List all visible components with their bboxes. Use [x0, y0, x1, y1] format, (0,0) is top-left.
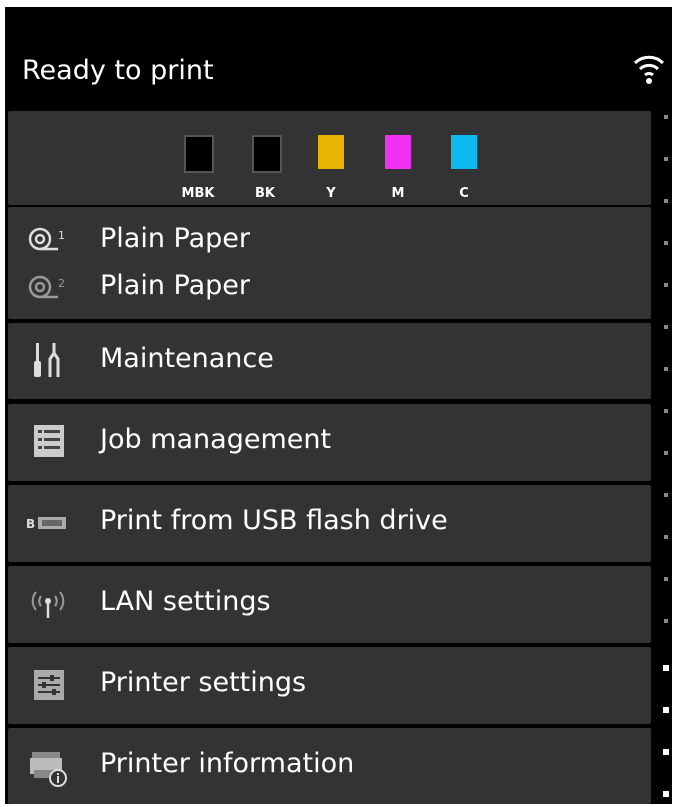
- job-list-icon: [34, 425, 64, 457]
- print-from-usb-label: Print from USB flash drive: [100, 505, 448, 536]
- svg-text:2: 2: [58, 277, 65, 290]
- scroll-dot: [664, 283, 668, 287]
- printer-information-label: Printer information: [100, 748, 355, 779]
- print-from-usb-button[interactable]: B Print from USB flash drive: [8, 485, 651, 562]
- job-management-label: Job management: [100, 424, 332, 455]
- ink-label-m: M: [391, 186, 405, 201]
- maintenance-label: Maintenance: [100, 343, 274, 374]
- scroll-dot: [664, 619, 668, 623]
- printer-information-button[interactable]: Printer information: [8, 728, 651, 804]
- roll-2-icon: 2: [28, 275, 65, 299]
- status-bar: Ready to print: [5, 7, 672, 109]
- svg-text:B: B: [26, 517, 35, 531]
- roll-2-paper-label: Plain Paper: [100, 270, 250, 301]
- scroll-dot: [664, 577, 668, 581]
- wifi-icon[interactable]: [633, 51, 665, 87]
- lan-settings-label: LAN settings: [100, 586, 271, 617]
- ink-label-y: Y: [326, 186, 336, 201]
- scroll-dot: [664, 199, 668, 203]
- scroll-dot: [664, 325, 668, 329]
- printer-screen: Ready to print MBK BK Y M C 1 Plain Pape…: [5, 7, 672, 804]
- ink-label-bk: BK: [255, 186, 275, 201]
- ink-level-panel[interactable]: MBK BK Y M C: [8, 111, 651, 205]
- status-text: Ready to print: [22, 55, 214, 86]
- lan-settings-button[interactable]: LAN settings: [8, 566, 651, 643]
- scroll-dot: [664, 367, 668, 371]
- scroll-dot-active: [663, 665, 669, 671]
- maintenance-button[interactable]: Maintenance: [8, 323, 651, 399]
- roll-1-icon: 1: [28, 227, 65, 251]
- paper-settings-button[interactable]: 1 Plain Paper 2 Plain Paper: [8, 207, 651, 319]
- ink-label-mbk: MBK: [181, 186, 215, 201]
- scroll-dot-active: [663, 707, 669, 713]
- scroll-dot: [664, 409, 668, 413]
- printer-settings-button[interactable]: Printer settings: [8, 647, 651, 724]
- ink-mbk: [184, 135, 214, 173]
- scroll-dot: [664, 241, 668, 245]
- scroll-dot: [664, 451, 668, 455]
- scroll-dot: [664, 115, 668, 119]
- scroll-dot-active: [663, 791, 669, 797]
- antenna-icon: [31, 591, 65, 618]
- ink-m: [385, 135, 411, 169]
- usb-drive-icon: B: [26, 517, 66, 531]
- printer-info-icon: [30, 752, 67, 787]
- sliders-icon: [34, 670, 64, 700]
- svg-text:1: 1: [58, 229, 65, 242]
- ink-label-c: C: [459, 186, 469, 201]
- printer-settings-label: Printer settings: [100, 667, 307, 698]
- roll-1-paper-label: Plain Paper: [100, 223, 250, 254]
- scroll-dot: [664, 535, 668, 539]
- scroll-dot: [664, 493, 668, 497]
- ink-y: [318, 135, 344, 169]
- scroll-dot-active: [663, 749, 669, 755]
- ink-c: [451, 135, 477, 169]
- ink-bk: [252, 135, 282, 173]
- job-management-button[interactable]: Job management: [8, 404, 651, 481]
- maintenance-icon: [34, 343, 60, 377]
- scroll-dot: [664, 157, 668, 161]
